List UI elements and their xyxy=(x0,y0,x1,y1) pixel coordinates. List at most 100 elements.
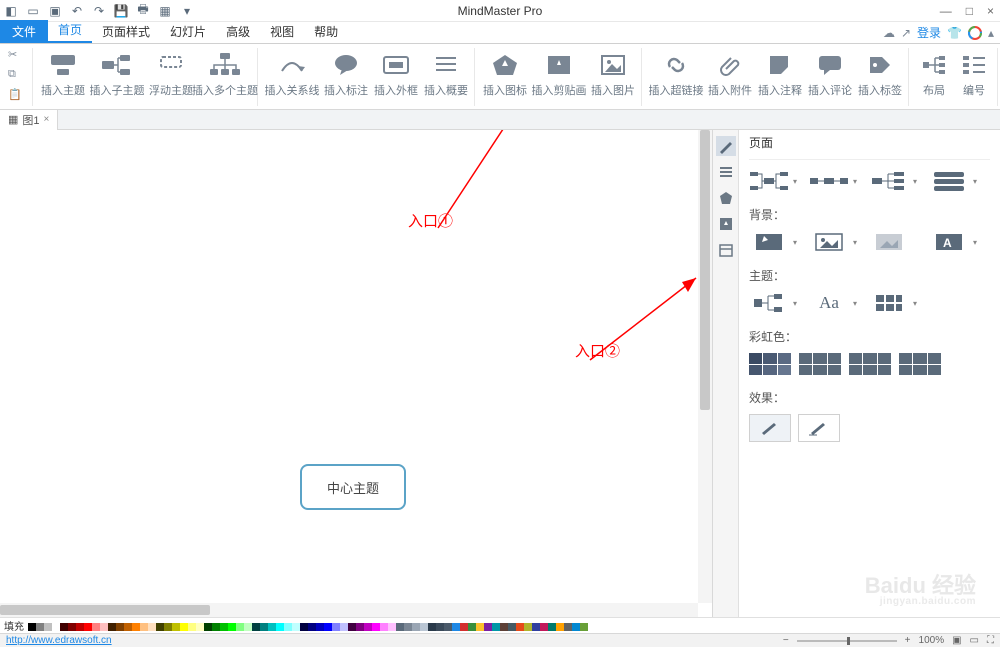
palette-swatch[interactable] xyxy=(476,623,484,631)
palette-swatch[interactable] xyxy=(204,623,212,631)
insert-topic-button[interactable]: 插入主题 xyxy=(39,48,87,98)
palette-swatch[interactable] xyxy=(292,623,300,631)
palette-swatch[interactable] xyxy=(396,623,404,631)
palette-swatch[interactable] xyxy=(444,623,452,631)
palette-swatch[interactable] xyxy=(372,623,380,631)
cloud-icon[interactable]: ☁ xyxy=(883,26,895,40)
palette-swatch[interactable] xyxy=(516,623,524,631)
close-button[interactable]: × xyxy=(987,4,994,18)
document-tab[interactable]: ▦ 图1 × xyxy=(0,110,58,130)
palette-swatch[interactable] xyxy=(484,623,492,631)
palette-swatch[interactable] xyxy=(532,623,540,631)
zoom-out-button[interactable]: − xyxy=(783,635,789,646)
rainbow-swatch-4[interactable] xyxy=(899,353,941,375)
rainbow-swatch-2[interactable] xyxy=(799,353,841,375)
palette-swatch[interactable] xyxy=(548,623,556,631)
palette-swatch[interactable] xyxy=(524,623,532,631)
zoom-in-button[interactable]: + xyxy=(905,635,911,646)
palette-swatch[interactable] xyxy=(140,623,148,631)
insert-subtopic-button[interactable]: 插入子主题 xyxy=(89,48,145,98)
floating-topic-button[interactable]: 浮动主题 xyxy=(147,48,195,98)
menu-file[interactable]: 文件 xyxy=(0,20,48,43)
palette-swatch[interactable] xyxy=(156,623,164,631)
palette-swatch[interactable] xyxy=(380,623,388,631)
canvas[interactable]: 中心主题 入口① 入口② xyxy=(0,130,712,617)
minimize-button[interactable]: — xyxy=(940,4,952,18)
bg-watermark-button[interactable]: A▾ xyxy=(929,231,969,253)
palette-swatch[interactable] xyxy=(260,623,268,631)
palette-swatch[interactable] xyxy=(132,623,140,631)
strip-clipart-icon[interactable] xyxy=(716,214,736,234)
insert-comment-button[interactable]: 插入评论 xyxy=(806,48,854,98)
layout-template-1[interactable]: ▾ xyxy=(749,170,789,192)
undo-icon[interactable]: ↶ xyxy=(70,4,84,18)
palette-swatch[interactable] xyxy=(84,623,92,631)
redo-icon[interactable]: ↷ xyxy=(92,4,106,18)
rainbow-swatch-1[interactable] xyxy=(749,353,791,375)
save-icon[interactable]: 💾 xyxy=(114,4,128,18)
palette-swatch[interactable] xyxy=(308,623,316,631)
menu-tab-view[interactable]: 视图 xyxy=(260,20,304,43)
fullscreen-icon[interactable]: ⛶ xyxy=(987,635,994,646)
collapse-ribbon-icon[interactable]: ▴ xyxy=(988,26,994,40)
palette-swatch[interactable] xyxy=(300,623,308,631)
strip-task-icon[interactable] xyxy=(716,240,736,260)
palette-swatch[interactable] xyxy=(324,623,332,631)
strip-icon-library-icon[interactable] xyxy=(716,188,736,208)
insert-note-button[interactable]: 插入注释 xyxy=(756,48,804,98)
palette-swatch[interactable] xyxy=(148,623,156,631)
palette-swatch[interactable] xyxy=(316,623,324,631)
palette-swatch[interactable] xyxy=(340,623,348,631)
insert-icon-button[interactable]: 插入图标 xyxy=(481,48,529,98)
palette-swatch[interactable] xyxy=(28,623,36,631)
effect-sketch-button[interactable] xyxy=(798,414,840,442)
layout-template-4[interactable]: ▾ xyxy=(929,170,969,192)
menu-tab-advanced[interactable]: 高级 xyxy=(216,20,260,43)
theme-style-button[interactable]: ▾ xyxy=(749,292,789,314)
palette-swatch[interactable] xyxy=(572,623,580,631)
palette-swatch[interactable] xyxy=(356,623,364,631)
palette-swatch[interactable] xyxy=(172,623,180,631)
palette-swatch[interactable] xyxy=(404,623,412,631)
palette-swatch[interactable] xyxy=(276,623,284,631)
menu-tab-page-style[interactable]: 页面样式 xyxy=(92,20,160,43)
palette-swatch[interactable] xyxy=(452,623,460,631)
insert-hyperlink-button[interactable]: 插入超链接 xyxy=(648,48,704,98)
palette-swatch[interactable] xyxy=(460,623,468,631)
palette-swatch[interactable] xyxy=(492,623,500,631)
palette-swatch[interactable] xyxy=(268,623,276,631)
palette-swatch[interactable] xyxy=(348,623,356,631)
palette-swatch[interactable] xyxy=(428,623,436,631)
palette-swatch[interactable] xyxy=(436,623,444,631)
palette-swatch[interactable] xyxy=(164,623,172,631)
cut-icon[interactable]: ✂ xyxy=(8,48,28,64)
layout-button[interactable]: 布局 xyxy=(915,48,953,98)
layout-template-2[interactable]: ▾ xyxy=(809,170,849,192)
palette-swatch[interactable] xyxy=(412,623,420,631)
insert-relation-button[interactable]: 插入关系线 xyxy=(264,48,320,98)
zoom-slider[interactable] xyxy=(797,640,897,642)
new-icon[interactable]: ▭ xyxy=(26,4,40,18)
rainbow-swatch-3[interactable] xyxy=(849,353,891,375)
palette-swatch[interactable] xyxy=(76,623,84,631)
export-icon[interactable]: ▦ xyxy=(158,4,172,18)
insert-boundary-button[interactable]: 插入外框 xyxy=(372,48,420,98)
palette-swatch[interactable] xyxy=(364,623,372,631)
palette-swatch[interactable] xyxy=(500,623,508,631)
palette-swatch[interactable] xyxy=(68,623,76,631)
paste-icon[interactable]: 📋 xyxy=(8,88,28,104)
palette-swatch[interactable] xyxy=(252,623,260,631)
insert-image-button[interactable]: 插入图片 xyxy=(589,48,637,98)
bg-image-button[interactable]: ▾ xyxy=(809,231,849,253)
fit-width-icon[interactable]: ▭ xyxy=(970,635,979,646)
insert-summary-button[interactable]: 插入概要 xyxy=(422,48,470,98)
palette-swatch[interactable] xyxy=(196,623,204,631)
palette-swatch[interactable] xyxy=(540,623,548,631)
palette-swatch[interactable] xyxy=(228,623,236,631)
palette-swatch[interactable] xyxy=(580,623,588,631)
menu-tab-help[interactable]: 帮助 xyxy=(304,20,348,43)
strip-format-icon[interactable] xyxy=(716,136,736,156)
insert-clipart-button[interactable]: 插入剪贴画 xyxy=(531,48,587,98)
palette-swatch[interactable] xyxy=(212,623,220,631)
palette-swatch[interactable] xyxy=(124,623,132,631)
